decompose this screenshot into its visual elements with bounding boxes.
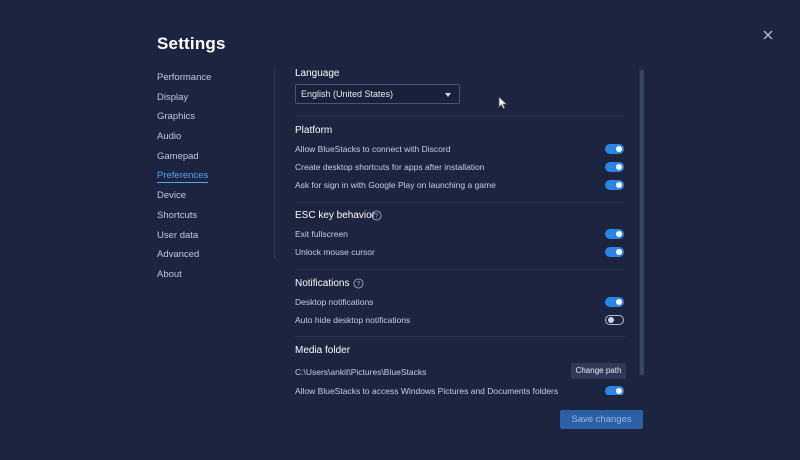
option-label-desktop-notifications: Desktop notifications — [295, 297, 374, 307]
toggle-auto-hide-notifications[interactable] — [605, 315, 624, 325]
svg-text:?: ? — [375, 213, 379, 220]
section-title-media-folder: Media folder — [295, 345, 351, 356]
mouse-cursor-icon — [498, 96, 508, 109]
sidebar-item-graphics[interactable]: Graphics — [157, 107, 267, 127]
sidebar-item-label: User data — [157, 229, 199, 241]
change-path-button[interactable]: Change path — [571, 363, 626, 379]
sidebar-item-label: Graphics — [157, 111, 196, 123]
settings-sidebar: Performance Display Graphics Audio Gamep… — [157, 68, 267, 285]
sidebar-item-advanced[interactable]: Advanced — [157, 245, 267, 265]
sidebar-item-performance[interactable]: Performance — [157, 68, 267, 88]
sidebar-item-label: Performance — [157, 72, 212, 83]
sidebar-item-label: Preferences — [157, 170, 209, 184]
section-title-esc: ESC key behavior — [295, 210, 376, 221]
sidebar-item-label: Audio — [157, 131, 182, 143]
option-label-windows-folders-access: Allow BlueStacks to access Windows Pictu… — [295, 386, 559, 395]
sidebar-item-label: Advanced — [157, 249, 200, 261]
toggle-desktop-notifications[interactable] — [605, 297, 624, 307]
sidebar-item-device[interactable]: Device — [157, 186, 267, 206]
language-select-value: English (United States) — [301, 89, 394, 99]
toggle-windows-folders-access[interactable] — [605, 386, 624, 395]
close-icon[interactable] — [759, 26, 777, 44]
sidebar-item-label: Display — [157, 91, 189, 103]
page-title: Settings — [157, 34, 226, 53]
section-title-platform: Platform — [295, 125, 333, 136]
option-label-exit-fullscreen: Exit fullscreen — [295, 229, 348, 239]
save-changes-button[interactable]: Save changes — [560, 410, 643, 429]
help-icon[interactable]: ? — [353, 278, 364, 289]
preferences-panel: Language English (United States) Platfor… — [275, 60, 639, 395]
toggle-unlock-cursor[interactable] — [605, 247, 624, 257]
sidebar-item-gamepad[interactable]: Gamepad — [157, 147, 267, 167]
sidebar-item-audio[interactable]: Audio — [157, 127, 267, 147]
section-divider — [295, 336, 625, 337]
sidebar-item-display[interactable]: Display — [157, 88, 267, 108]
sidebar-item-label: Gamepad — [157, 150, 199, 162]
sidebar-item-label: Device — [157, 190, 187, 202]
toggle-discord[interactable] — [605, 144, 624, 154]
svg-text:?: ? — [357, 281, 361, 288]
scrollbar-thumb[interactable] — [640, 70, 644, 375]
option-label-auto-hide-notifications: Auto hide desktop notifications — [295, 315, 411, 325]
language-select[interactable]: English (United States) — [295, 84, 460, 104]
sidebar-item-shortcuts[interactable]: Shortcuts — [157, 206, 267, 226]
media-folder-path: C:\Users\ankit\Pictures\BlueStacks — [295, 367, 427, 377]
toggle-exit-fullscreen[interactable] — [605, 229, 624, 239]
option-label-google-play-signin: Ask for sign in with Google Play on laun… — [295, 180, 496, 190]
section-title-language: Language — [295, 68, 340, 79]
toggle-google-play-signin[interactable] — [605, 180, 624, 190]
toggle-desktop-shortcuts[interactable] — [605, 162, 624, 172]
chevron-down-icon — [445, 93, 451, 97]
sidebar-item-user-data[interactable]: User data — [157, 226, 267, 246]
section-divider — [295, 116, 625, 117]
sidebar-item-preferences[interactable]: Preferences — [157, 166, 267, 186]
sidebar-item-label: Shortcuts — [157, 209, 198, 221]
option-label-desktop-shortcuts: Create desktop shortcuts for apps after … — [295, 162, 485, 172]
option-label-discord: Allow BlueStacks to connect with Discord — [295, 144, 451, 154]
section-divider — [295, 269, 625, 270]
section-title-notifications: Notifications — [295, 278, 350, 289]
help-icon[interactable]: ? — [371, 210, 382, 221]
sidebar-item-about[interactable]: About — [157, 265, 267, 285]
section-divider — [295, 202, 625, 203]
option-label-unlock-cursor: Unlock mouse cursor — [295, 247, 375, 257]
sidebar-item-label: About — [157, 268, 182, 280]
